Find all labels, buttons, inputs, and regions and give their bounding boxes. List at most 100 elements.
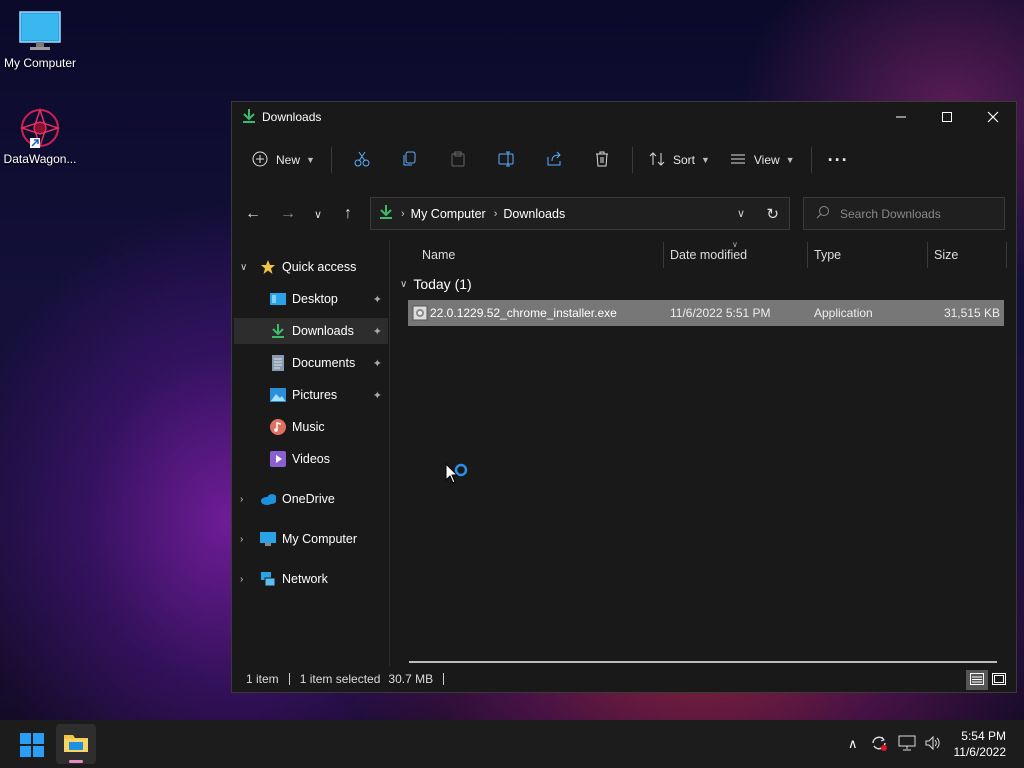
delete-button[interactable] <box>578 144 626 176</box>
navigation-row: ← → ∨ ↑ › My Computer › Downloads ∨ ↻ Se… <box>232 197 1016 231</box>
file-list: Name Date modified ∨ Type Size ∨ Today (… <box>392 240 1016 666</box>
rename-button[interactable] <box>482 144 530 176</box>
file-type: Application <box>814 306 873 320</box>
trash-icon <box>594 151 610 170</box>
download-icon <box>270 323 286 339</box>
back-button[interactable]: ← <box>238 197 268 231</box>
installer-file-icon <box>412 305 428 324</box>
ellipsis-icon: ··· <box>827 149 849 170</box>
download-icon <box>379 204 393 223</box>
music-icon <box>270 419 286 435</box>
refresh-icon[interactable]: ↻ <box>766 205 779 223</box>
sidebar-item-label: OneDrive <box>282 492 335 506</box>
share-button[interactable] <box>530 144 578 176</box>
table-row[interactable]: 22.0.1229.52_chrome_installer.exe 11/6/2… <box>408 300 1004 326</box>
column-header-size[interactable]: Size <box>934 240 958 270</box>
group-header-today[interactable]: ∨ Today (1) <box>400 276 472 292</box>
network-status-icon[interactable] <box>894 735 920 754</box>
document-icon <box>270 355 286 371</box>
paste-button[interactable] <box>434 144 482 176</box>
chevron-right-icon: › <box>240 493 244 505</box>
pin-icon: ✦ <box>372 293 382 306</box>
chevron-down-icon: ∨ <box>313 208 323 221</box>
breadcrumb-chevron-icon: › <box>401 207 405 220</box>
details-view-button[interactable] <box>966 670 988 690</box>
address-bar[interactable]: › My Computer › Downloads ∨ ↻ <box>370 197 790 230</box>
column-header-name[interactable]: Name <box>422 240 455 270</box>
network-icon <box>260 571 276 587</box>
pin-icon: ✦ <box>372 357 382 370</box>
system-tray: ∧ 5:54 PM 11/6/2022 <box>842 720 1024 768</box>
column-divider[interactable] <box>927 242 928 268</box>
sidebar-item-downloads[interactable]: Downloads ✦ <box>234 318 388 344</box>
file-date: 11/6/2022 5:51 PM <box>670 306 771 320</box>
sidebar-item-documents[interactable]: Documents ✦ <box>234 350 388 376</box>
more-options-button[interactable]: ··· <box>818 144 859 176</box>
view-button[interactable]: View ▼ <box>720 144 805 176</box>
sidebar-item-label: Downloads <box>292 324 354 338</box>
file-explorer-window: Downloads New ▼ Sort ▼ View ▼ ··· ← → ∨ … <box>231 101 1017 693</box>
desktop-icon-my-computer[interactable]: My Computer <box>0 10 80 70</box>
column-divider[interactable] <box>807 242 808 268</box>
cloud-icon <box>260 491 276 507</box>
star-icon <box>260 259 276 275</box>
breadcrumb-downloads[interactable]: Downloads <box>503 207 565 221</box>
arrow-left-icon: ← <box>245 205 261 222</box>
status-divider <box>288 673 290 685</box>
pin-icon: ✦ <box>372 389 382 402</box>
horizontal-scrollbar[interactable] <box>409 661 997 663</box>
sidebar-item-quick-access[interactable]: ∨ Quick access <box>240 254 394 280</box>
window-title: Downloads <box>262 110 322 124</box>
start-button[interactable] <box>20 733 44 760</box>
view-button-label: View <box>753 153 780 167</box>
copy-button[interactable] <box>386 144 434 176</box>
sidebar-item-pictures[interactable]: Pictures ✦ <box>234 382 388 408</box>
sidebar-item-label: My Computer <box>282 532 358 546</box>
chevron-up-icon[interactable]: ∧ <box>842 736 864 752</box>
datawagon-logo-icon <box>16 106 64 150</box>
maximize-button[interactable] <box>924 102 970 132</box>
chevron-down-icon: ∨ <box>400 278 408 290</box>
new-button[interactable]: New ▼ <box>242 144 325 176</box>
clock-date: 11/6/2022 <box>953 745 1007 759</box>
sidebar-item-desktop[interactable]: Desktop ✦ <box>234 286 388 312</box>
sort-icon <box>649 151 665 170</box>
monitor-icon <box>260 531 276 547</box>
sync-icon[interactable] <box>864 735 894 754</box>
clock[interactable]: 5:54 PM 11/6/2022 <box>946 728 1024 760</box>
clipboard-icon <box>450 151 466 170</box>
sort-button[interactable]: Sort ▼ <box>639 144 720 176</box>
sidebar-item-my-computer[interactable]: › My Computer <box>240 526 394 552</box>
sidebar-item-network[interactable]: › Network <box>240 566 394 592</box>
recent-locations-button[interactable]: ∨ <box>303 197 333 231</box>
taskbar-file-explorer-button[interactable] <box>56 724 96 764</box>
cut-button[interactable] <box>338 144 386 176</box>
forward-button[interactable]: → <box>273 197 303 231</box>
toolbar-divider <box>330 147 332 173</box>
status-bar: 1 item 1 item selected 30.7 MB <box>232 666 1016 692</box>
column-divider[interactable] <box>1006 242 1007 268</box>
desktop-icon-datawagon[interactable]: DataWagon... <box>0 106 80 166</box>
sidebar-item-videos[interactable]: Videos <box>234 446 388 472</box>
view-lines-icon <box>730 151 746 170</box>
address-history-chevron-icon[interactable]: ∨ <box>737 207 745 220</box>
volume-icon[interactable] <box>920 735 946 754</box>
new-button-label: New <box>276 153 301 167</box>
active-indicator <box>69 760 83 763</box>
title-bar[interactable]: Downloads <box>232 102 1016 132</box>
share-icon <box>546 151 562 170</box>
file-size: 31,515 KB <box>943 306 1000 320</box>
column-header-type[interactable]: Type <box>814 240 841 270</box>
sidebar-item-label: Music <box>292 420 325 434</box>
sidebar-item-onedrive[interactable]: › OneDrive <box>240 486 394 512</box>
sidebar-item-music[interactable]: Music <box>234 414 388 440</box>
sidebar-item-label: Desktop <box>292 292 338 306</box>
close-button[interactable] <box>970 102 1016 132</box>
search-input[interactable]: Search Downloads <box>803 197 1005 230</box>
tiles-view-button[interactable] <box>988 670 1010 690</box>
up-button[interactable]: ↑ <box>333 197 363 231</box>
desktop-icon-label: DataWagon... <box>3 152 77 166</box>
column-divider[interactable] <box>663 242 664 268</box>
breadcrumb-my-computer[interactable]: My Computer <box>411 207 486 221</box>
minimize-button[interactable] <box>878 102 924 132</box>
